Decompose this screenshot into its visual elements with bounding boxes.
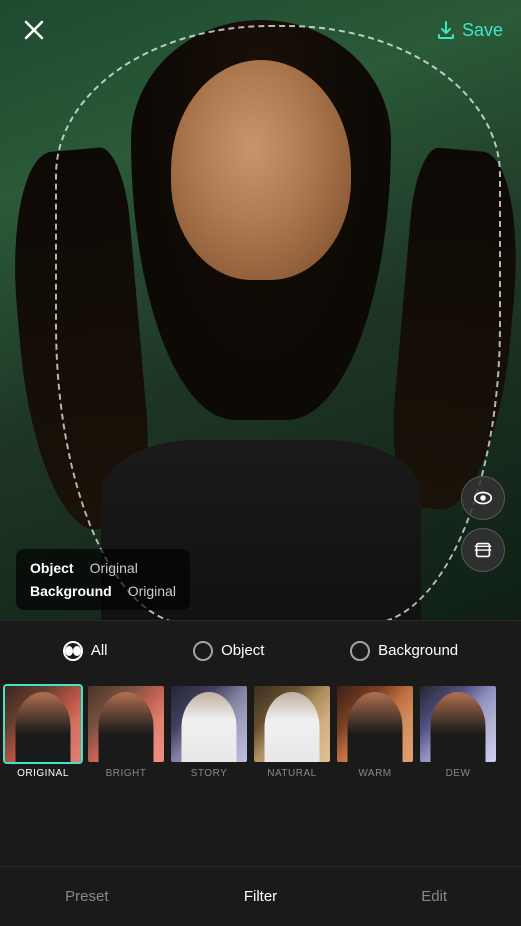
thumb-label: WARM <box>358 768 391 779</box>
thumb-img <box>86 684 166 764</box>
thumb-label: STORY <box>191 768 228 779</box>
background-value: Original <box>128 580 176 602</box>
save-label: Save <box>462 20 503 41</box>
filter-object-radio[interactable] <box>193 641 213 661</box>
thumbnail-natural[interactable]: NATURAL <box>252 684 332 779</box>
filter-all[interactable]: All <box>63 641 108 661</box>
nav-preset[interactable]: Preset <box>0 888 174 905</box>
thumb-label: DEW <box>446 768 471 779</box>
thumbnails-strip: Original BRIGHT STORY NATURAL WARM <box>0 680 521 790</box>
eye-button[interactable] <box>461 476 505 520</box>
main-image: Makeup artist lulu AUTY <box>0 0 521 620</box>
thumb-img <box>418 684 498 764</box>
filter-object[interactable]: Object <box>193 641 264 661</box>
background-label: Background <box>30 580 112 602</box>
filter-all-radio[interactable] <box>63 641 83 661</box>
thumb-img <box>252 684 332 764</box>
thumb-label: BRIGHT <box>106 768 147 779</box>
nav-preset-label: Preset <box>65 888 108 905</box>
close-button[interactable] <box>18 14 50 46</box>
filter-background-label: Background <box>378 642 458 659</box>
filter-object-label: Object <box>221 642 264 659</box>
thumbnail-warm[interactable]: WARM <box>335 684 415 779</box>
thumb-img <box>3 684 83 764</box>
object-value: Original <box>90 557 138 579</box>
filter-all-label: All <box>91 642 108 659</box>
thumb-label: NATURAL <box>267 768 316 779</box>
save-button[interactable]: Save <box>436 20 503 41</box>
thumbnail-story[interactable]: STORY <box>169 684 249 779</box>
filter-background[interactable]: Background <box>350 641 458 661</box>
thumb-img <box>169 684 249 764</box>
thumb-label: Original <box>17 768 69 779</box>
layers-button[interactable] <box>461 528 505 572</box>
nav-edit[interactable]: Edit <box>347 888 521 905</box>
thumbnail-dew[interactable]: DEW <box>418 684 498 779</box>
thumbnail-bright[interactable]: BRIGHT <box>86 684 166 779</box>
header: Save <box>0 0 521 60</box>
thumbnail-original[interactable]: Original <box>3 684 83 779</box>
nav-filter[interactable]: Filter <box>174 888 348 905</box>
thumb-img <box>335 684 415 764</box>
filter-selector: All Object Background <box>0 620 521 680</box>
object-label: Object <box>30 557 74 579</box>
nav-filter-label: Filter <box>244 888 277 905</box>
nav-edit-label: Edit <box>421 888 447 905</box>
bottom-nav: Preset Filter Edit <box>0 866 521 926</box>
filter-background-radio[interactable] <box>350 641 370 661</box>
info-overlay: Object Original Background Original <box>16 549 190 610</box>
